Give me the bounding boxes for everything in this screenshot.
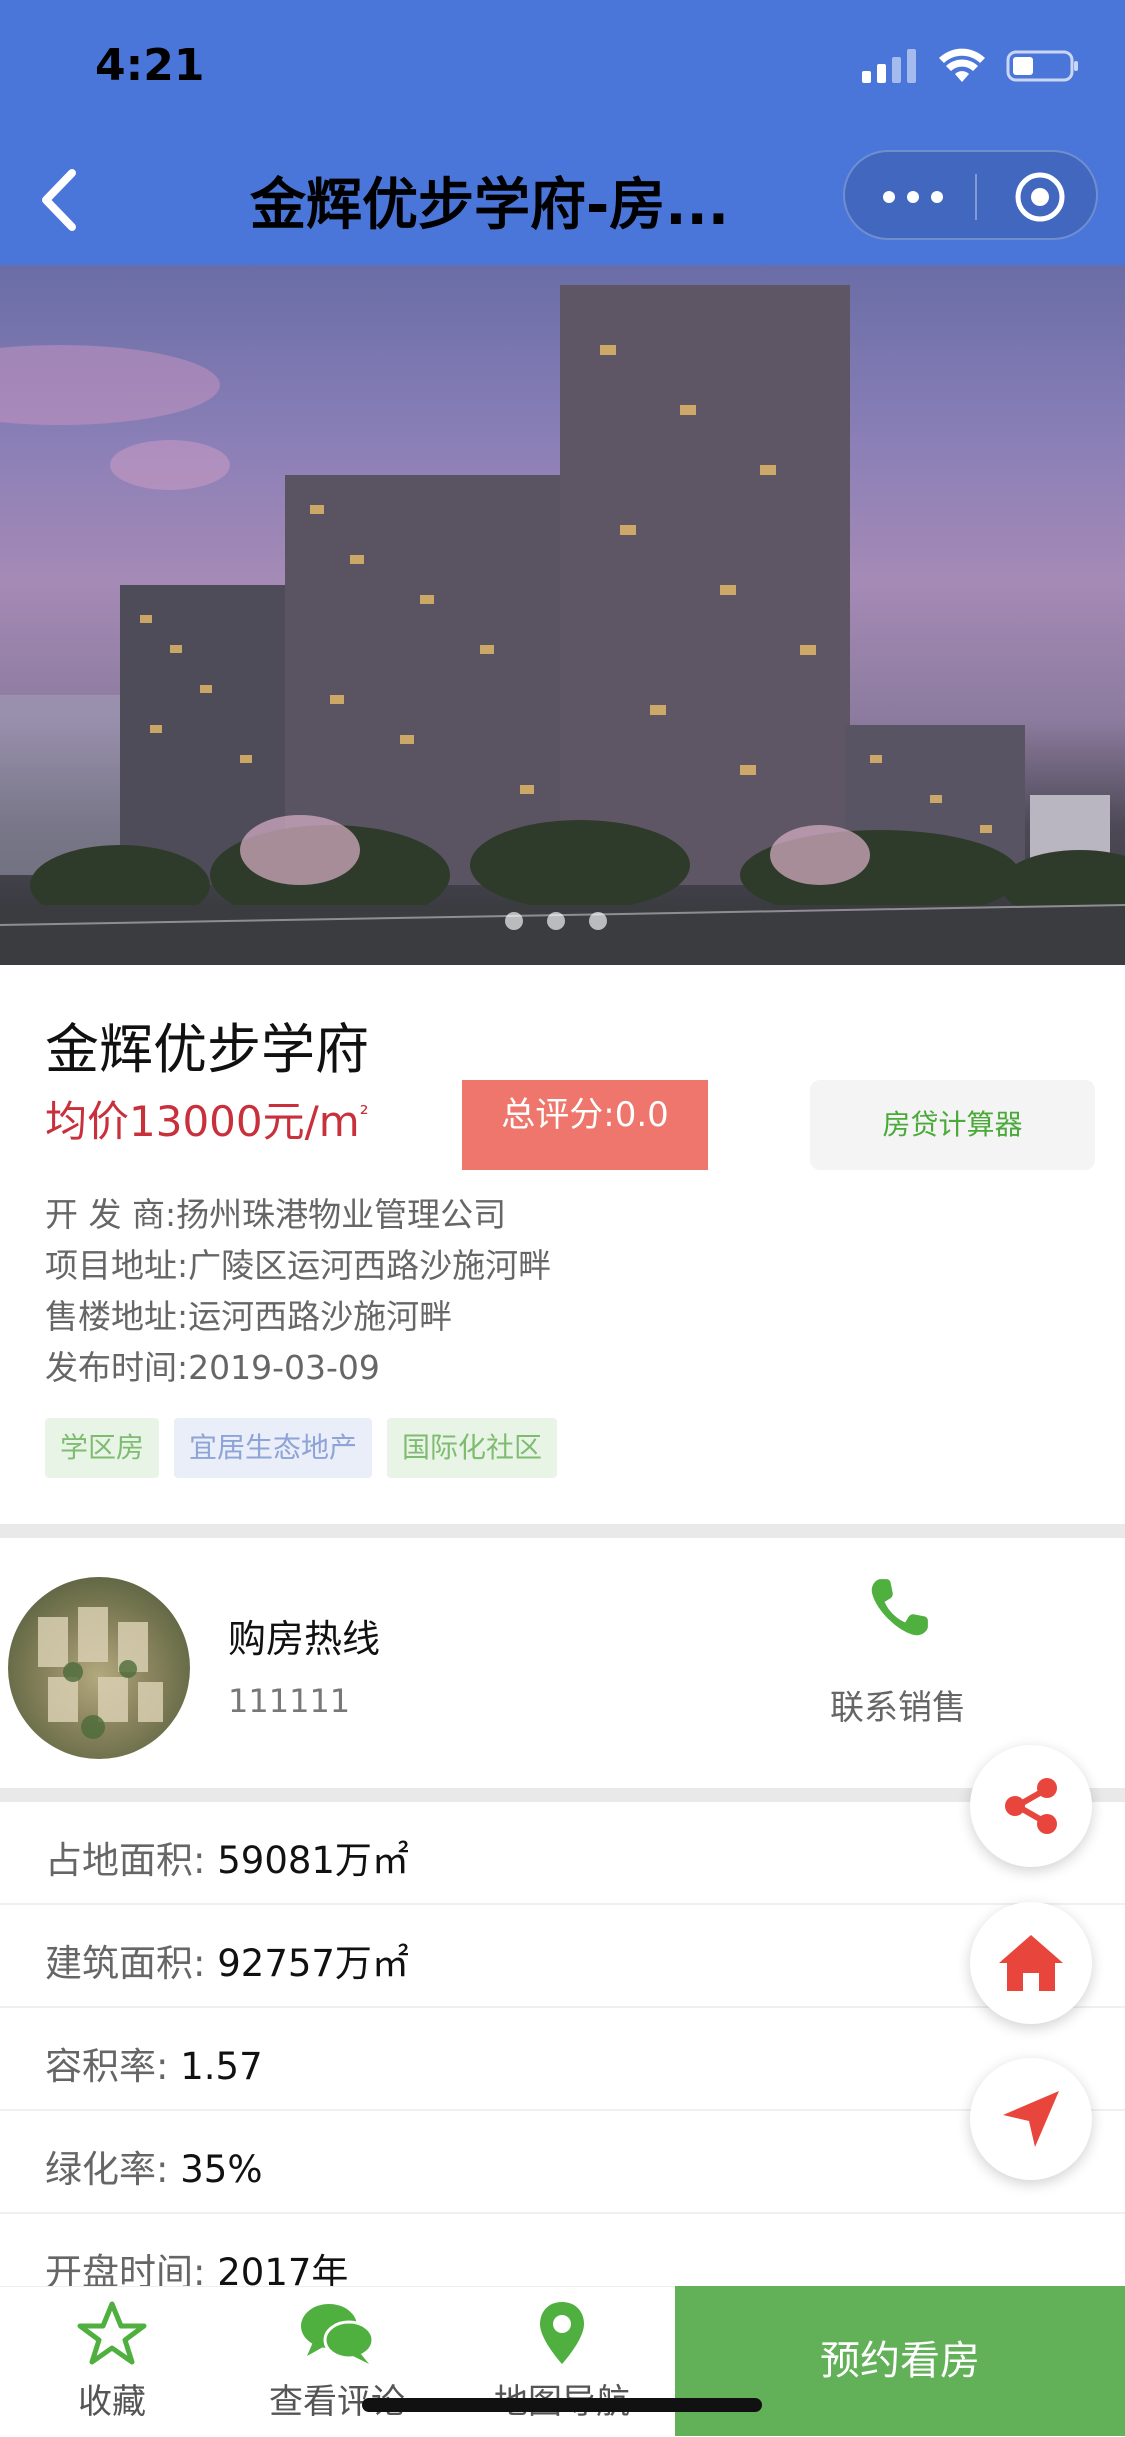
- favorite-button[interactable]: 收藏: [32, 2300, 192, 2423]
- favorite-label: 收藏: [78, 2382, 146, 2422]
- home-icon: [999, 1935, 1063, 1991]
- hotline-number: 111111: [228, 1682, 351, 1720]
- aerial-view-image: [38, 1607, 163, 1739]
- map-pin-icon: [540, 2302, 584, 2364]
- spec-plot-ratio: 容积率: 1.57: [45, 2036, 263, 2090]
- phone-icon[interactable]: [866, 1575, 932, 1641]
- tag-eco-living: 宜居生态地产: [174, 1418, 373, 1478]
- navigation-arrow-icon: [1003, 2091, 1059, 2147]
- spec-label: 建筑面积:: [45, 1942, 206, 1985]
- hero-carousel[interactable]: [0, 265, 1125, 965]
- row-divider: [0, 2109, 1125, 2111]
- price-text: 均价13000元/m: [45, 1097, 360, 1146]
- sales-address-text: 售楼地址:运河西路沙施河畔: [45, 1297, 453, 1336]
- status-icons: [862, 48, 1080, 84]
- spec-label: 占地面积:: [45, 1839, 206, 1882]
- carousel-dot[interactable]: [547, 912, 565, 930]
- spec-label: 绿化率:: [45, 2148, 169, 2191]
- signal-icon: [862, 49, 916, 83]
- spec-value: 35%: [180, 2148, 263, 2191]
- more-icon[interactable]: [883, 177, 943, 217]
- miniapp-capsule: [843, 150, 1098, 240]
- spec-value: 1.57: [180, 2045, 263, 2088]
- spec-value: 59081万㎡: [217, 1839, 409, 1882]
- price-unit-sup: ²: [359, 1102, 369, 1127]
- spec-building-area: 建筑面积: 92757万㎡: [45, 1933, 409, 1987]
- status-time: 4:21: [95, 40, 205, 91]
- row-divider: [0, 2212, 1125, 2214]
- property-name: 金辉优步学府: [45, 1018, 369, 1081]
- project-address-text: 项目地址:广陵区运河西路沙施河畔: [45, 1246, 552, 1285]
- chat-bubbles-icon: [301, 2304, 375, 2364]
- tag-school-district: 学区房: [45, 1418, 160, 1478]
- share-icon: [1005, 1778, 1057, 1834]
- home-button[interactable]: [970, 1902, 1092, 2024]
- carousel-indicator: [505, 912, 607, 930]
- carousel-dot[interactable]: [505, 912, 523, 930]
- share-button[interactable]: [970, 1745, 1092, 1867]
- home-indicator: [362, 2398, 762, 2412]
- total-score-badge: 总评分:0.0: [462, 1080, 708, 1170]
- section-divider: [0, 1788, 1125, 1802]
- hotline-title: 购房热线: [228, 1617, 381, 1661]
- spec-value: 92757万㎡: [217, 1942, 409, 1985]
- row-divider: [0, 1903, 1125, 1905]
- building-render-image: [0, 285, 1125, 965]
- back-button[interactable]: [30, 165, 90, 235]
- average-price: 均价13000元/m²: [45, 1088, 369, 1149]
- carousel-dot[interactable]: [589, 912, 607, 930]
- tag-international-community: 国际化社区: [387, 1418, 558, 1478]
- mortgage-calculator-button[interactable]: 房贷计算器: [810, 1080, 1095, 1170]
- spec-land-area: 占地面积: 59081万㎡: [45, 1830, 409, 1884]
- project-thumbnail: [8, 1577, 190, 1759]
- wifi-icon: [939, 48, 985, 82]
- developer-text: 开 发 商:扬州珠港物业管理公司: [45, 1195, 507, 1234]
- star-icon: [77, 2301, 147, 2365]
- page-title: 金辉优步学府-房...: [250, 173, 730, 238]
- battery-icon: [1006, 50, 1078, 82]
- spec-label: 容积率:: [45, 2045, 169, 2088]
- row-divider: [0, 2006, 1125, 2008]
- publish-date-text: 发布时间:2019-03-09: [45, 1348, 380, 1387]
- tag-list: 学区房 宜居生态地产 国际化社区: [45, 1418, 558, 1478]
- spec-green-rate: 绿化率: 35%: [45, 2139, 262, 2193]
- contact-sales-button[interactable]: 联系销售: [830, 1680, 966, 1729]
- navigate-button[interactable]: [970, 2058, 1092, 2180]
- close-miniapp-icon[interactable]: [1013, 170, 1067, 224]
- book-viewing-button[interactable]: 预约看房: [675, 2286, 1125, 2436]
- section-divider: [0, 1524, 1125, 1538]
